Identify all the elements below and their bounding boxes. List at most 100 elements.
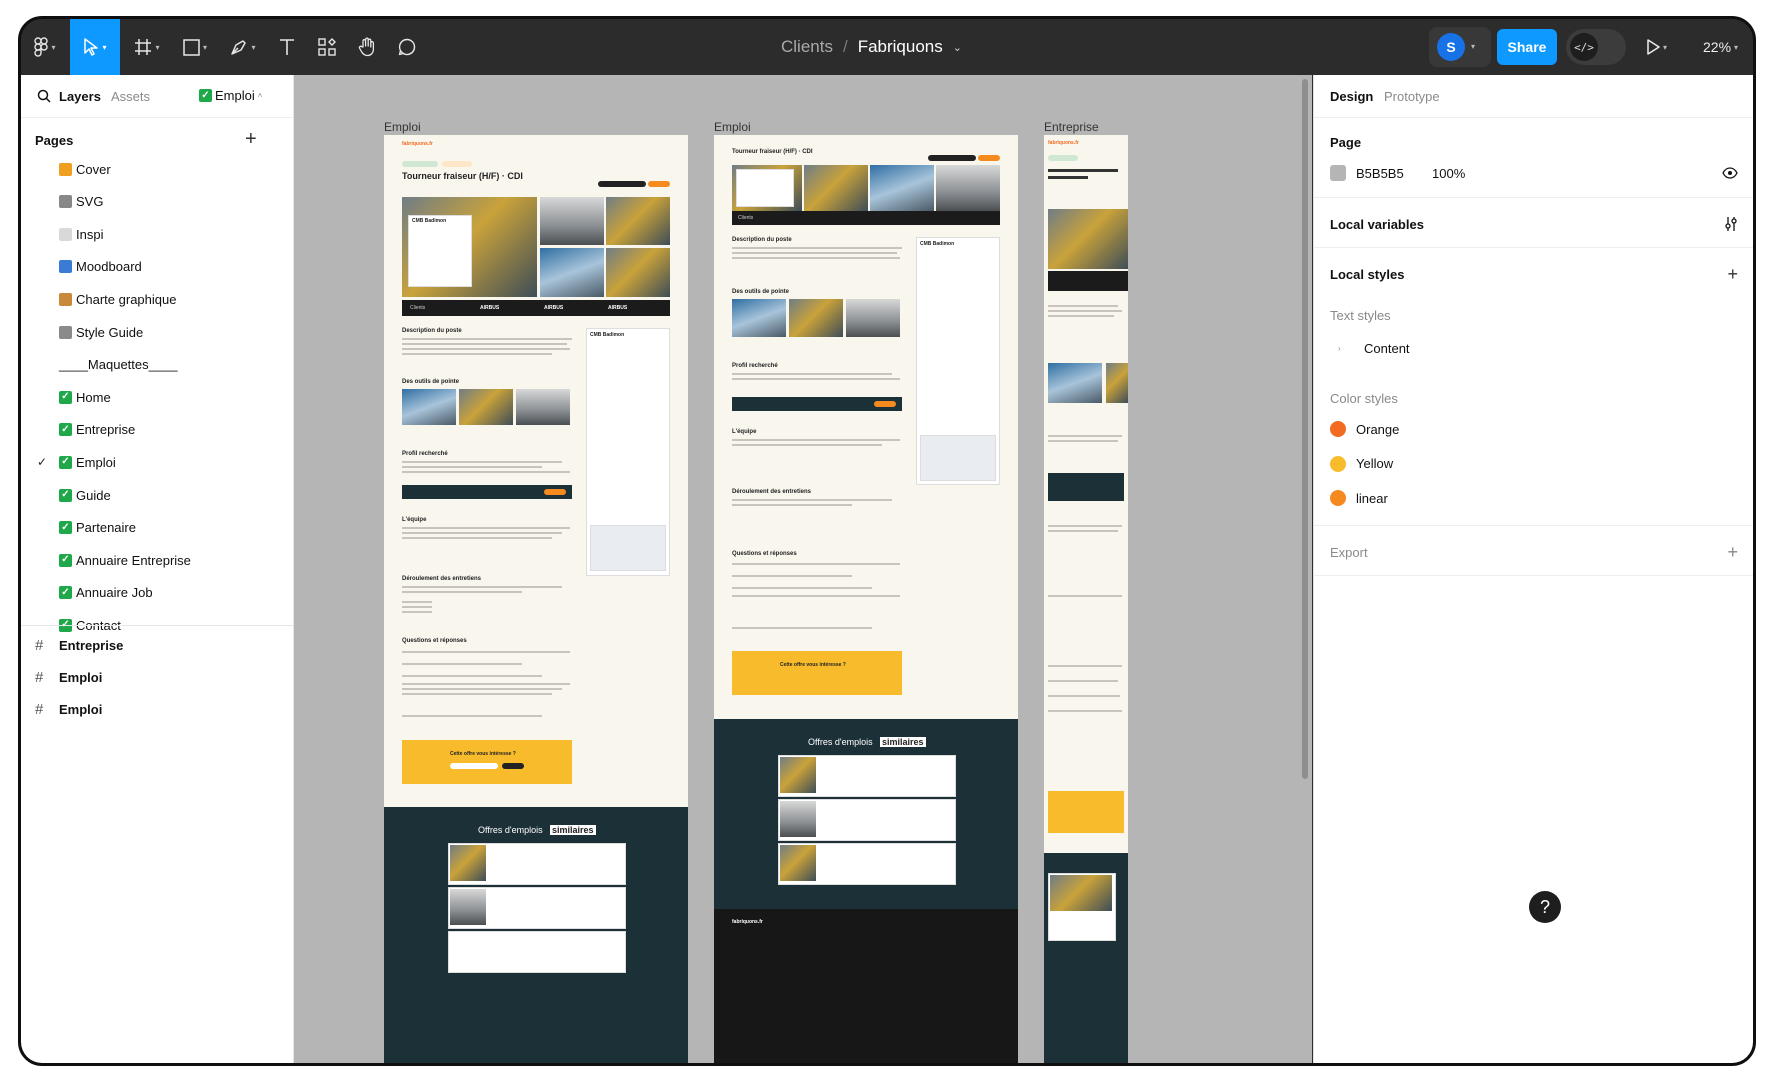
frame-label[interactable]: Emploi [384,120,421,134]
chevron-down-icon[interactable]: ⌄ [953,41,962,54]
mini-photo [870,165,934,211]
avatar[interactable]: S [1437,33,1465,61]
mini-text-line [402,591,522,593]
tab-prototype[interactable]: Prototype [1384,89,1440,104]
check-icon: ✓ [59,455,72,469]
page-item[interactable]: Charte graphique [21,283,293,315]
frame-emploi-alt[interactable]: Tourneur fraiseur (H/F) · CDI Clients De… [714,135,1018,1063]
color-swatch [1330,421,1346,437]
page-item[interactable]: ✓ Guide [21,479,293,511]
current-page-dropdown[interactable]: ✓ Emploi ˄ [199,88,262,103]
present-button[interactable]: ▾ [1646,19,1667,75]
layer-frame-emploi[interactable]: # Emploi [21,661,293,693]
tab-assets[interactable]: Assets [111,89,150,104]
color-style-item[interactable]: linear [1330,490,1388,506]
page-item-content: Style Guide [59,325,143,340]
mini-text-line [1048,305,1118,307]
shape-tool-button[interactable]: ▾ [173,19,217,75]
mini-text-line [732,373,892,375]
page-item[interactable]: ✓ Annuaire Job [21,577,293,609]
search-icon[interactable] [37,89,51,103]
mini-photo-machine [1048,209,1128,269]
hand-tool-button[interactable] [351,19,383,75]
mini-text-line [1048,530,1118,532]
page-background-row[interactable]: B5B5B5 100% [1330,165,1465,181]
page-item-label: Annuaire Job [76,585,153,601]
page-item[interactable]: Moodboard [21,251,293,283]
dev-mode-toggle[interactable]: </> [1566,29,1626,65]
share-button[interactable]: Share [1497,29,1557,65]
check-icon: ✓ [59,586,72,600]
page-item[interactable]: Inspi [21,218,293,250]
svg-emoji-icon [59,195,72,209]
mini-tag [402,161,438,167]
layer-frame-entreprise[interactable]: # Entreprise [21,629,293,661]
layer-frame-emploi[interactable]: # Emploi [21,693,293,725]
design-canvas[interactable]: Emploi Emploi Entreprise fabriquons.fr T… [294,75,1312,1063]
page-item[interactable]: Style Guide [21,316,293,348]
main-menu-button[interactable]: ▾ [21,19,69,75]
add-export-icon[interactable]: + [1727,543,1738,561]
mini-text-line [402,348,570,350]
page-item-content: ✓ Annuaire Job [59,585,153,600]
page-item[interactable]: ✓ ✓ Emploi [21,446,293,478]
page-item[interactable]: ✓ Partenaire [21,512,293,544]
mini-similar-title: Offres d'emplois [808,737,873,747]
page-item-content: ____Maquettes____ [59,357,178,372]
text-styles-heading: Text styles [1330,308,1391,323]
page-item[interactable]: ✓ Home [21,381,293,413]
local-variables-heading[interactable]: Local variables [1330,217,1424,232]
page-item[interactable]: ✓ Annuaire Entreprise [21,544,293,576]
code-brackets-icon: </> [1570,33,1598,61]
variables-sliders-icon[interactable] [1724,216,1738,232]
help-button[interactable]: ? [1529,891,1561,923]
page-item-label: Style Guide [76,324,144,340]
check-icon: ✓ [59,521,72,535]
frame-tool-button[interactable]: ▾ [125,19,169,75]
toolbar: ▾ ▾ ▾ ▾ ▾ Clients / Fabriquons ⌄ S ▾ Sha… [21,19,1753,75]
chevron-down-icon[interactable]: ▾ [1471,42,1475,51]
page-item-content: Charte graphique [59,292,176,307]
add-page-icon[interactable]: + [245,129,257,149]
page-item[interactable]: Cover [21,153,293,185]
canvas-scrollbar[interactable] [1302,79,1308,779]
mini-logo: fabriquons.fr [1048,140,1079,146]
resources-tool-button[interactable] [311,19,343,75]
pen-tool-button[interactable]: ▾ [221,19,265,75]
divider [1314,525,1753,526]
page-color-swatch[interactable] [1330,165,1346,181]
mini-company-card [408,215,472,287]
divider [1314,575,1753,576]
zoom-dropdown[interactable]: 22% ▾ [1703,19,1738,75]
tab-design[interactable]: Design [1330,89,1373,104]
color-style-item[interactable]: Yellow [1330,455,1393,472]
page-opacity[interactable]: 100% [1432,166,1465,181]
mini-tag [1048,155,1078,161]
chevron-right-icon[interactable]: › [1330,344,1364,353]
breadcrumb-project[interactable]: Clients [781,37,833,57]
text-tool-button[interactable] [271,19,303,75]
page-color-hex[interactable]: B5B5B5 [1356,166,1432,181]
eye-icon[interactable] [1722,167,1738,179]
frame-label[interactable]: Entreprise [1044,120,1099,134]
selected-check-icon: ✓ [37,455,48,470]
frame-emploi-desktop[interactable]: fabriquons.fr Tourneur fraiseur (H/F) · … [384,135,688,1063]
text-style-item[interactable]: › Content [1330,341,1410,356]
mini-photo [450,889,486,925]
frame-entreprise-mobile[interactable]: fabriquons.fr [1044,135,1128,1063]
page-item[interactable]: ✓ Entreprise [21,414,293,446]
tab-layers[interactable]: Layers [59,89,101,104]
page-item[interactable]: ____Maquettes____ [21,349,293,381]
add-style-icon[interactable]: + [1727,265,1738,283]
move-tool-button[interactable]: ▾ [70,19,120,75]
mini-apply-button [978,155,1000,161]
mini-photo [516,389,570,425]
frame-label[interactable]: Emploi [714,120,751,134]
page-item[interactable]: SVG [21,186,293,218]
mini-text-line [402,601,432,603]
mini-company-name: CMB Badimon [920,241,955,247]
color-style-item[interactable]: Orange [1330,421,1399,437]
chevron-down-icon: ▾ [251,42,256,52]
file-name[interactable]: Fabriquons [858,37,943,57]
comment-tool-button[interactable] [391,19,423,75]
